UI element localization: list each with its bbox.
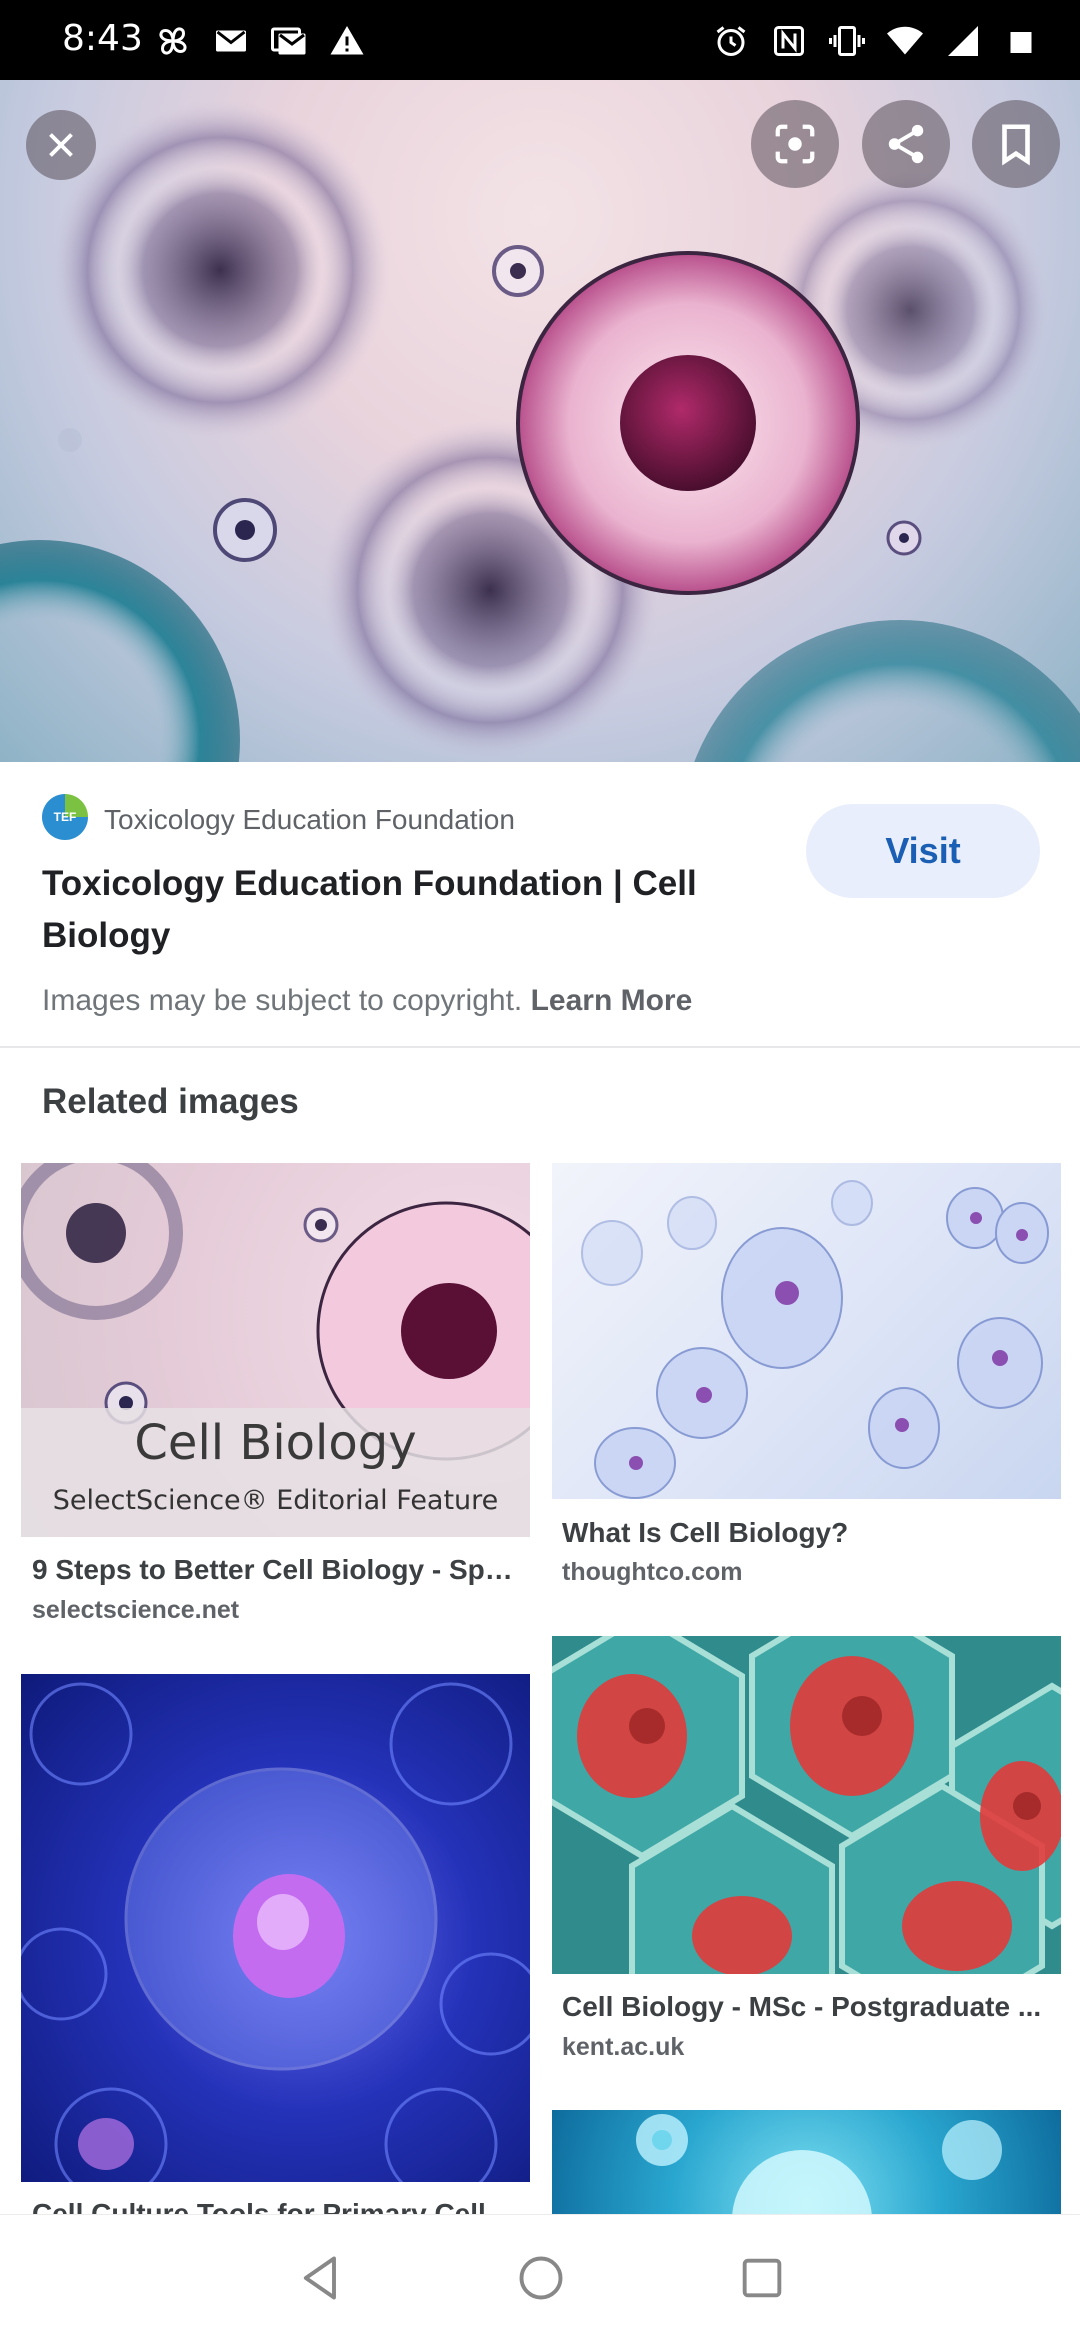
- copyright-notice: Images may be subject to copyright. Lear…: [42, 984, 692, 1018]
- source-logo-text: TEF: [53, 810, 77, 824]
- related-image-5[interactable]: [552, 2110, 1061, 2214]
- copyright-text: Images may be subject to copyright.: [42, 984, 523, 1017]
- gmail-icon: [212, 22, 250, 60]
- thumbnail-subheading: SelectScience® Editorial Feature: [52, 1485, 499, 1516]
- visit-button[interactable]: Visit: [806, 804, 1040, 898]
- related-image-4[interactable]: [552, 1636, 1061, 1974]
- related-title-2[interactable]: What Is Cell Biology?: [562, 1517, 1052, 1549]
- related-images-heading: Related images: [42, 1082, 299, 1121]
- source-panel: TEF Toxicology Education Foundation Toxi…: [0, 762, 1080, 1048]
- wifi-icon: [886, 22, 924, 60]
- system-navigation-bar: [0, 2214, 1080, 2340]
- nfc-icon: [770, 22, 808, 60]
- related-image-3[interactable]: [21, 1674, 530, 2182]
- cell-thumbnail-5: [636, 2114, 1002, 2214]
- status-time: 8:43: [62, 18, 143, 59]
- related-title-1[interactable]: 9 Steps to Better Cell Biology - Spe...: [32, 1554, 522, 1586]
- notification-icons: [154, 22, 366, 60]
- recents-icon: [742, 2258, 782, 2298]
- share-icon: [888, 124, 924, 164]
- close-icon: [49, 133, 73, 157]
- home-icon: [519, 2256, 563, 2300]
- back-button[interactable]: [286, 2243, 356, 2313]
- related-image-2[interactable]: [552, 1163, 1061, 1499]
- cell-thumbnail-4: [552, 1636, 1061, 1974]
- lens-icon: [775, 124, 815, 164]
- related-title-4[interactable]: Cell Biology - MSc - Postgraduate ...: [562, 1991, 1052, 2023]
- related-domain-2: thoughtco.com: [562, 1558, 743, 1586]
- bookmark-icon: [1002, 124, 1030, 166]
- source-logo: TEF: [42, 794, 88, 840]
- thumbnail-heading: Cell Biology: [134, 1415, 417, 1471]
- vibrate-icon: [828, 22, 866, 60]
- related-domain-4: kent.ac.uk: [562, 2033, 685, 2061]
- related-title-3[interactable]: Cell Culture Tools for Primary Cell ...: [32, 2198, 522, 2214]
- recents-button[interactable]: [727, 2243, 797, 2313]
- cell-thumbnail-2: [581, 1180, 1049, 1499]
- warning-icon: [328, 22, 366, 60]
- hero-image[interactable]: [0, 80, 1080, 762]
- gmail-icon: [270, 22, 308, 60]
- learn-more-link[interactable]: Learn More: [531, 984, 693, 1017]
- source-title[interactable]: Toxicology Education Foundation | Cell B…: [42, 858, 742, 962]
- alarm-icon: [712, 22, 750, 60]
- related-domain-1: selectscience.net: [32, 1596, 240, 1624]
- back-icon: [303, 2256, 336, 2300]
- status-bar: 8:43: [0, 0, 1080, 80]
- cell-thumbnail-3: [21, 1682, 530, 2182]
- home-button[interactable]: [506, 2243, 576, 2313]
- system-icons: [712, 22, 1040, 60]
- share-button[interactable]: [862, 100, 950, 188]
- lens-button[interactable]: [751, 100, 839, 188]
- battery-icon: [1002, 22, 1040, 60]
- signal-icon: [944, 22, 982, 60]
- pinwheel-icon: [154, 22, 192, 60]
- save-button[interactable]: [972, 100, 1060, 188]
- source-name[interactable]: Toxicology Education Foundation: [104, 804, 515, 836]
- related-image-1[interactable]: Cell Biology SelectScience® Editorial Fe…: [21, 1163, 530, 1537]
- close-button[interactable]: [26, 110, 96, 180]
